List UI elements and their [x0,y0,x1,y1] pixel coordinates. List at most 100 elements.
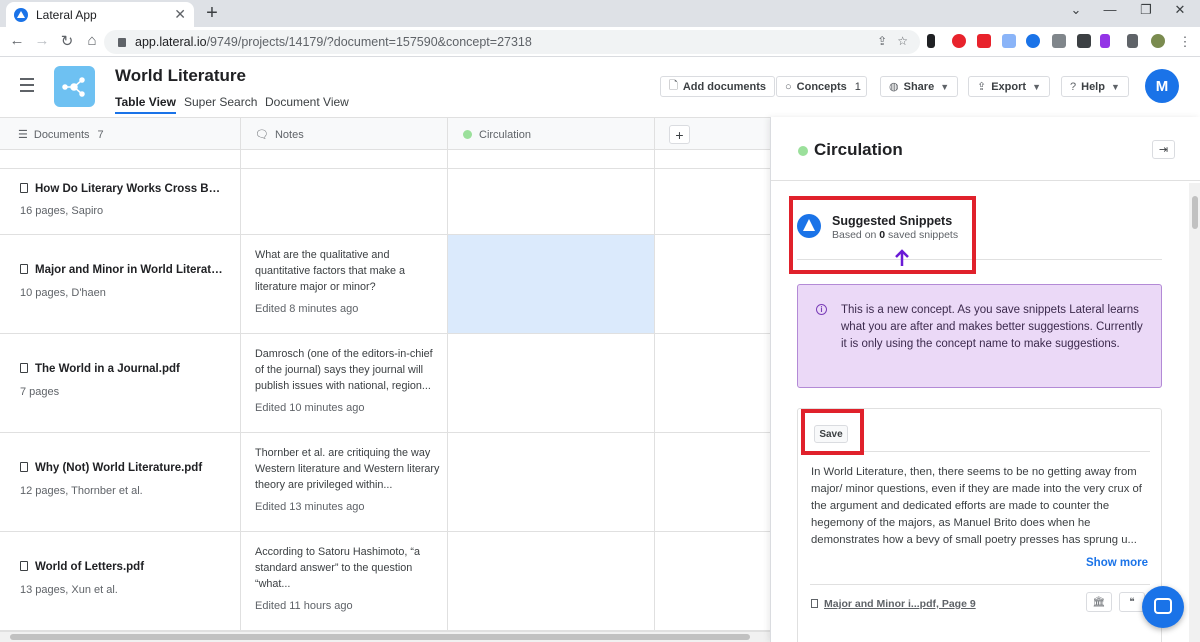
blue-extension-icon[interactable] [1026,34,1040,48]
document-title-text: Why (Not) World Literature.pdf [35,462,203,474]
circulation-cell[interactable] [448,334,655,432]
circulation-cell[interactable] [448,532,655,630]
export-icon: ⇪ [977,81,987,93]
document-cell[interactable]: How Do Literary Works Cross Bor... 16 pa… [0,169,241,234]
document-icon [20,561,28,571]
snippet-source-link[interactable]: Major and Minor i...pdf, Page 9 [811,598,976,610]
app-header: World Literature Table View Super Search… [0,57,1200,117]
collapse-panel-button[interactable]: ⇥ [1152,140,1175,159]
concept-dot-icon [798,146,808,156]
hamburger-icon[interactable] [20,78,34,96]
maximize-icon[interactable]: ❐ [1136,2,1156,18]
bank-icon[interactable]: 🏛 [1086,592,1112,612]
table-row[interactable]: World of Letters.pdf 13 pages, Xun et al… [0,532,770,631]
circulation-cell[interactable] [448,433,655,531]
url-host: app.lateral.io [135,35,207,49]
extension-icon[interactable] [927,34,935,48]
document-cell[interactable]: Major and Minor in World Literatu... 10 … [0,235,241,333]
url-path: /9749/projects/14179/?document=157590&co… [206,35,532,49]
document-icon [20,363,28,373]
close-window-icon[interactable]: ✕ [1170,2,1190,18]
note-text: According to Satoru Hashimoto, “a standa… [255,546,421,590]
document-title-text: How Do Literary Works Cross Bor... [35,183,225,195]
table-row[interactable]: Why (Not) World Literature.pdf 12 pages,… [0,433,770,532]
notes-cell[interactable]: Damrosch (one of the editors-in-chief of… [241,334,448,432]
document-title[interactable]: How Do Literary Works Cross Bor... [20,183,225,195]
table-cell [0,150,241,168]
document-title[interactable]: World of Letters.pdf [20,561,225,573]
docs-extension-icon[interactable] [1002,34,1016,48]
reload-icon[interactable]: ↻ [58,32,76,50]
add-column-button[interactable]: + [669,125,690,144]
concepts-button[interactable]: ○ Concepts 1 [776,76,867,97]
side-panel-icon[interactable] [1127,34,1138,48]
info-text: This is a new concept. As you save snipp… [841,304,1143,350]
table-row[interactable]: Major and Minor in World Literatu... 10 … [0,235,770,334]
grey-extension-icon[interactable] [1052,34,1066,48]
document-cell[interactable]: The World in a Journal.pdf 7 pages [0,334,241,432]
circulation-cell-selected[interactable] [448,235,655,333]
address-bar[interactable]: app.lateral.io/9749/projects/14179/?docu… [104,30,920,54]
export-button[interactable]: ⇪ Export ▼ [968,76,1050,97]
column-documents[interactable]: ☰ Documents 7 [0,118,241,151]
tab-super-search[interactable]: Super Search [184,95,257,109]
forward-icon[interactable]: → [33,32,51,49]
documents-count: 7 [97,128,104,141]
concept-dot-icon [463,130,472,139]
new-tab-icon[interactable]: + [202,2,222,25]
puzzle-icon[interactable] [1102,34,1116,48]
scrollbar-thumb[interactable] [1192,196,1198,229]
document-title-text: World of Letters.pdf [35,561,145,573]
quote-icon[interactable]: ❝ [1119,592,1145,612]
vertical-scrollbar[interactable] [1189,183,1200,642]
tab-table-view[interactable]: Table View [115,95,176,114]
table-cell [448,150,655,168]
document-icon [811,599,818,608]
horizontal-scrollbar[interactable] [0,631,770,642]
add-documents-button[interactable]: 🗋 Add documents [660,76,775,97]
document-title[interactable]: Why (Not) World Literature.pdf [20,462,225,474]
profile-avatar-icon[interactable] [1151,34,1165,48]
project-title: World Literature [115,66,246,85]
document-title[interactable]: Major and Minor in World Literatu... [20,264,225,276]
show-more-link[interactable]: Show more [1086,557,1148,569]
menu-dots-icon[interactable]: ⋮ [1176,34,1194,50]
tab-document-view[interactable]: Document View [265,95,349,109]
minimize-icon[interactable]: — [1100,2,1120,17]
concepts-count: 1 [854,80,861,93]
help-button[interactable]: ? Help ▼ [1061,76,1129,97]
browser-tab[interactable]: Lateral App ✕ [6,2,194,27]
column-notes[interactable]: 🗨 Notes [241,118,448,151]
document-cell[interactable]: World of Letters.pdf 13 pages, Xun et al… [0,532,241,630]
bookmark-extension-icon[interactable] [1077,34,1091,48]
scrollbar-thumb[interactable] [10,634,750,640]
note-edited: Edited 10 minutes ago [255,402,365,414]
document-icon [20,264,28,274]
column-circulation[interactable]: Circulation [448,118,655,151]
close-tab-icon[interactable]: ✕ [174,6,186,23]
adblock-extension-icon[interactable] [977,34,991,48]
notes-cell[interactable]: What are the qualitative and quantitativ… [241,235,448,333]
notes-cell[interactable]: According to Satoru Hashimoto, “a standa… [241,532,448,630]
user-avatar[interactable]: M [1145,69,1179,103]
home-icon[interactable]: ⌂ [83,32,101,49]
document-title[interactable]: The World in a Journal.pdf [20,363,225,375]
table-row[interactable]: How Do Literary Works Cross Bor... 16 pa… [0,169,770,235]
back-icon[interactable]: ← [8,32,26,49]
document-icon [20,183,28,193]
browser-tab-title: Lateral App [36,7,97,22]
chat-icon [1154,598,1172,614]
document-icon [20,462,28,472]
circulation-cell[interactable] [448,169,655,234]
notes-cell[interactable] [241,169,448,234]
tab-search-icon[interactable]: ⌄ [1066,2,1086,18]
document-cell[interactable]: Why (Not) World Literature.pdf 12 pages,… [0,433,241,531]
share-button[interactable]: ◍ Share ▼ [880,76,959,97]
panel-header: Circulation ⇥ [771,117,1200,181]
chat-button[interactable] [1142,586,1184,628]
opera-extension-icon[interactable] [952,34,966,48]
table-row[interactable]: The World in a Journal.pdf 7 pages Damro… [0,334,770,433]
list-icon: ☰ [18,129,28,141]
notes-cell[interactable]: Thornber et al. are critiquing the way W… [241,433,448,531]
bookmark-star-icon[interactable]: ⇪ ☆ [877,34,908,48]
